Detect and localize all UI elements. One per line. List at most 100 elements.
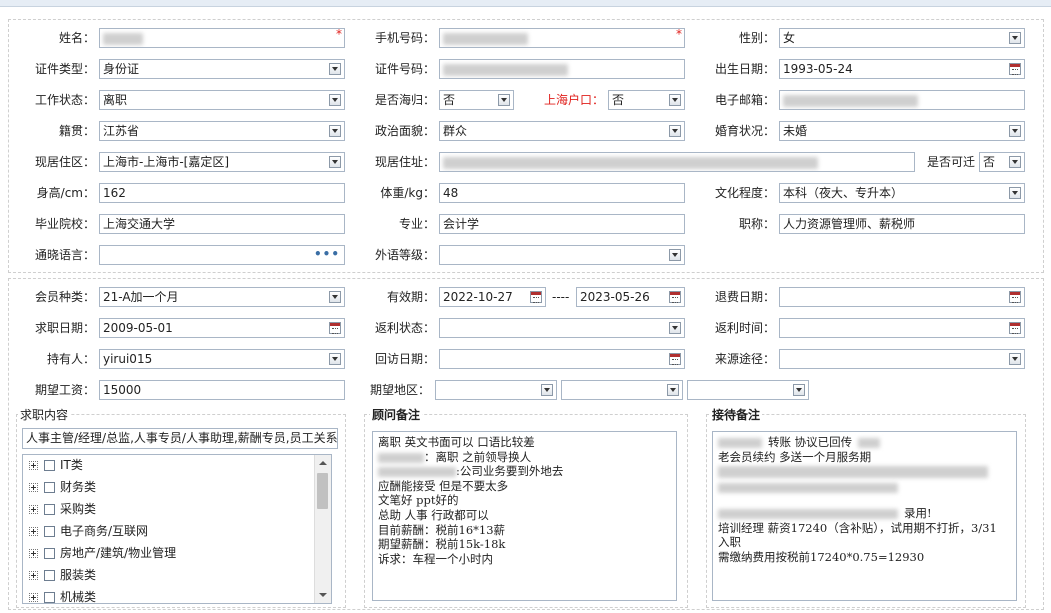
sh-hukou-select[interactable]: 否 [608,90,685,110]
tree-item-realestate[interactable]: 房地产/建筑/物业管理 [29,543,176,563]
source-select[interactable] [779,349,1025,369]
valid-to-field[interactable]: 2023-05-26 [576,287,685,307]
chevron-down-icon[interactable] [1009,187,1021,199]
id-number-field[interactable] [439,59,685,79]
job-date-field[interactable]: 2009-05-01 [99,318,345,338]
rebate-status-select[interactable] [439,318,685,338]
chevron-down-icon[interactable] [329,353,341,365]
expand-icon[interactable] [29,483,38,492]
area-province-select[interactable] [435,380,557,400]
id-type-select[interactable]: 身份证 [99,59,345,79]
work-status-select[interactable]: 离职 [99,90,345,110]
chevron-down-icon[interactable] [329,63,341,75]
calendar-icon[interactable] [669,291,681,303]
chevron-down-icon[interactable] [498,94,510,106]
tree-item-it[interactable]: IT类 [29,455,83,475]
expand-icon[interactable] [29,549,38,558]
residence-area-select[interactable]: 上海市-上海市-[嘉定区] [99,152,345,172]
rebate-time-field[interactable] [779,318,1025,338]
language-field[interactable]: ••• [99,245,345,265]
checkbox[interactable] [44,548,55,559]
overseas-select[interactable]: 否 [439,90,514,110]
salary-field[interactable]: 15000 [99,380,345,400]
area-city-select[interactable] [561,380,683,400]
scroll-down-icon[interactable] [315,587,331,603]
expand-icon[interactable] [29,505,38,514]
job-category-tree[interactable]: IT类 财务类 采购类 电子商务/互联网 房地产/建筑/物业管理 服装类 机械类 [22,454,332,604]
calendar-icon[interactable] [1009,63,1021,75]
chevron-down-icon[interactable] [669,322,681,334]
chevron-down-icon[interactable] [329,94,341,106]
area-district-select[interactable] [687,380,809,400]
checkbox[interactable] [44,504,55,515]
tree-item-machinery[interactable]: 机械类 [29,587,96,603]
chevron-down-icon[interactable] [667,384,679,396]
tree-item-apparel[interactable]: 服装类 [29,565,96,585]
expand-icon[interactable] [29,571,38,580]
scroll-thumb[interactable] [317,473,328,509]
chevron-down-icon[interactable] [329,291,341,303]
work-status-label: 工作状态： [34,93,95,107]
chevron-down-icon[interactable] [329,156,341,168]
reception-notes-textarea[interactable]: 转账 协议已回传 老会员续约 多送一个月服务期 录用! 培训经理 薪资17240… [712,431,1017,601]
phone-field[interactable]: * [439,28,685,48]
checkbox[interactable] [44,592,55,603]
member-type-select[interactable]: 21-A加一个月 [99,287,345,307]
foreign-level-select[interactable] [439,245,685,265]
refund-date-field[interactable] [779,287,1025,307]
politics-select[interactable]: 群众 [439,121,685,141]
visit-date-field[interactable] [439,349,685,369]
school-field[interactable]: 上海交通大学 [99,214,345,234]
expand-icon[interactable] [29,461,38,470]
weight-field[interactable]: 48 [439,183,685,203]
chevron-down-icon[interactable] [1009,156,1021,168]
height-field[interactable]: 162 [99,183,345,203]
chevron-down-icon[interactable] [1009,32,1021,44]
email-field[interactable] [779,90,1025,110]
calendar-icon[interactable] [530,291,542,303]
major-field[interactable]: 会计学 [439,214,685,234]
checkbox[interactable] [44,570,55,581]
advisor-notes-textarea[interactable]: 离职 英文书面可以 口语比较差 ：离职 之前领导换人 :公司业务要到外地去 应酬… [372,431,677,601]
scroll-up-icon[interactable] [315,455,331,471]
tree-item-procurement[interactable]: 采购类 [29,499,96,519]
checkbox[interactable] [44,526,55,537]
tree-item-finance[interactable]: 财务类 [29,477,96,497]
birth-date-field[interactable]: 1993-05-24 [779,59,1025,79]
chevron-down-icon[interactable] [329,125,341,137]
job-summary-field[interactable]: 人事主管/经理/总监,人事专员/人事助理,薪酬专员,员工关系 [22,428,338,449]
chevron-down-icon[interactable] [669,125,681,137]
note-line: 期望薪酬：税前15k-18k [378,537,506,552]
more-dots-icon[interactable]: ••• [314,246,340,262]
marital-select[interactable]: 未婚 [779,121,1025,141]
relocate-select[interactable]: 否 [979,152,1025,172]
expand-icon[interactable] [29,527,38,536]
education-select[interactable]: 本科（夜大、专升本） [779,183,1025,203]
native-place-label: 籍贯： [58,124,95,138]
calendar-icon[interactable] [669,353,681,365]
holder-select[interactable]: yirui015 [99,349,345,369]
calendar-icon[interactable] [1009,291,1021,303]
calendar-icon[interactable] [329,322,341,334]
chevron-down-icon[interactable] [793,384,805,396]
chevron-down-icon[interactable] [669,94,681,106]
education-label: 文化程度： [714,186,775,200]
expand-icon[interactable] [29,593,38,602]
checkbox[interactable] [44,460,55,471]
native-place-select[interactable]: 江苏省 [99,121,345,141]
chevron-down-icon[interactable] [1009,353,1021,365]
redacted-text [718,483,898,494]
checkbox[interactable] [44,482,55,493]
name-field[interactable]: * [99,28,345,48]
chevron-down-icon[interactable] [1009,125,1021,137]
calendar-icon[interactable] [1009,322,1021,334]
chevron-down-icon[interactable] [541,384,553,396]
tree-item-ecommerce[interactable]: 电子商务/互联网 [29,521,148,541]
valid-from-field[interactable]: 2022-10-27 [439,287,546,307]
chevron-down-icon[interactable] [669,249,681,261]
rebate-time-label: 返利时间： [714,321,775,335]
gender-select[interactable]: 女 [779,28,1025,48]
tree-scrollbar[interactable] [314,455,331,603]
title-field[interactable]: 人力资源管理师、薪税师 [779,214,1025,234]
residence-address-field[interactable] [439,152,915,172]
